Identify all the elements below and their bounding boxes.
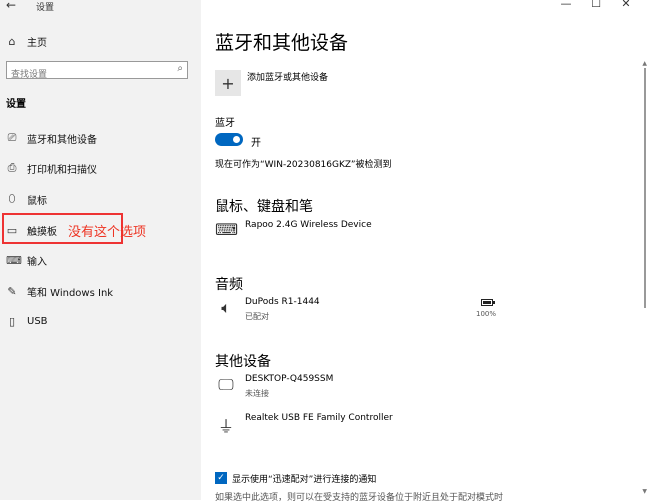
device-name[interactable]: Realtek USB FE Family Controller [245,413,393,423]
battery-percent: 100% [476,310,497,318]
pen-icon: ✎ [7,284,17,298]
keyboard-icon: ⌨ [6,253,22,267]
sidebar-item-mouse[interactable]: ⬯ 鼠标 [0,188,201,210]
device-status: 未连接 [245,389,269,398]
page-title: 蓝牙和其他设备 [215,32,349,54]
window-controls: — ☐ ✕ [551,0,641,10]
monitor-icon: 🖵︎ [218,375,234,394]
scroll-up-icon[interactable]: ▲ [642,60,647,67]
close-icon[interactable]: ✕ [611,0,641,10]
home-icon: ⌂ [8,34,16,48]
settings-sidebar: ← 设置 ⌂ 主页 ⌕ 设置 ⎚ 蓝牙和其他设备 ⎙ 打印机和扫描仪 ⬯ 鼠标 … [0,0,201,500]
audio-heading: 音频 [215,277,243,293]
scroll-down-icon[interactable]: ▼ [642,488,647,495]
usb-adapter-icon: ⏚ [217,417,234,436]
main-scrollbar[interactable]: ▲ ▼ [641,0,647,500]
sidebar-item-label: 笔和 Windows Ink [27,287,114,299]
sidebar-item-input[interactable]: ⌨ 输入 [0,249,201,271]
bluetooth-heading: 蓝牙 [215,118,235,129]
add-device-button[interactable]: + [215,70,241,96]
printer-icon: ⎙ [7,161,17,174]
quick-pair-footnote: 如果选中此选项，则可以在受支持的蓝牙设备位于附近且处于配对模式时 [215,493,504,503]
quick-pair-label[interactable]: 显示使用“迅速配对”进行连接的通知 [232,472,376,485]
discoverable-text: 现在可作为“WIN-20230816GKZ”被检测到 [215,160,392,170]
battery-icon [481,299,495,306]
sidebar-item-label: 打印机和扫描仪 [27,164,97,176]
search-icon[interactable]: ⌕ [177,63,183,74]
back-arrow-icon[interactable]: ← [6,0,16,12]
minimize-icon[interactable]: — [551,0,581,10]
plus-icon: + [221,73,235,93]
bluetooth-devices-icon: ⎚ [7,131,17,144]
usb-icon: ▯ [8,314,16,328]
sidebar-item-home[interactable]: ⌂ 主页 [0,30,201,52]
maximize-icon[interactable]: ☐ [581,0,611,10]
sidebar-item-label: 蓝牙和其他设备 [27,134,97,146]
sidebar-item-bluetooth[interactable]: ⎚ 蓝牙和其他设备 [0,127,201,149]
main-content: — ☐ ✕ 蓝牙和其他设备 + 添加蓝牙或其他设备 蓝牙 开 现在可作为“WIN… [201,0,647,503]
other-devices-heading: 其他设备 [215,354,271,370]
device-name[interactable]: DESKTOP-Q459SSM [245,374,333,384]
toggle-knob [233,136,240,143]
sidebar-item-printers[interactable]: ⎙ 打印机和扫描仪 [0,157,201,179]
sidebar-item-label: 主页 [27,37,47,49]
search-box[interactable]: ⌕ [6,61,188,83]
sidebar-section-heading: 设置 [6,99,26,110]
bluetooth-toggle-state: 开 [251,138,261,149]
mouse-icon: ⬯ [8,192,16,205]
mouse-keyboard-pen-heading: 鼠标、键盘和笔 [215,199,313,215]
device-name[interactable]: DuPods R1-1444 [245,297,320,307]
sidebar-item-label: USB [27,315,48,327]
bluetooth-toggle[interactable] [215,133,243,146]
add-device-label[interactable]: 添加蓝牙或其他设备 [247,70,328,83]
sidebar-item-usb[interactable]: ▯ USB [0,310,201,332]
sidebar-item-label: 鼠标 [27,195,47,207]
quick-pair-checkbox[interactable]: ✓ [215,472,227,484]
sidebar-item-label: 输入 [27,256,47,268]
window-title: 设置 [36,3,55,13]
device-status: 已配对 [245,312,269,321]
keyboard-icon: ⌨ [215,220,239,239]
device-name[interactable]: Rapoo 2.4G Wireless Device [245,220,372,230]
search-input[interactable] [7,67,175,83]
scroll-thumb[interactable] [644,68,646,308]
sidebar-item-pen[interactable]: ✎ 笔和 Windows Ink [0,280,201,302]
annotation-text: 没有这个选项 [68,225,147,240]
speaker-icon: 🔈︎ [221,298,231,317]
